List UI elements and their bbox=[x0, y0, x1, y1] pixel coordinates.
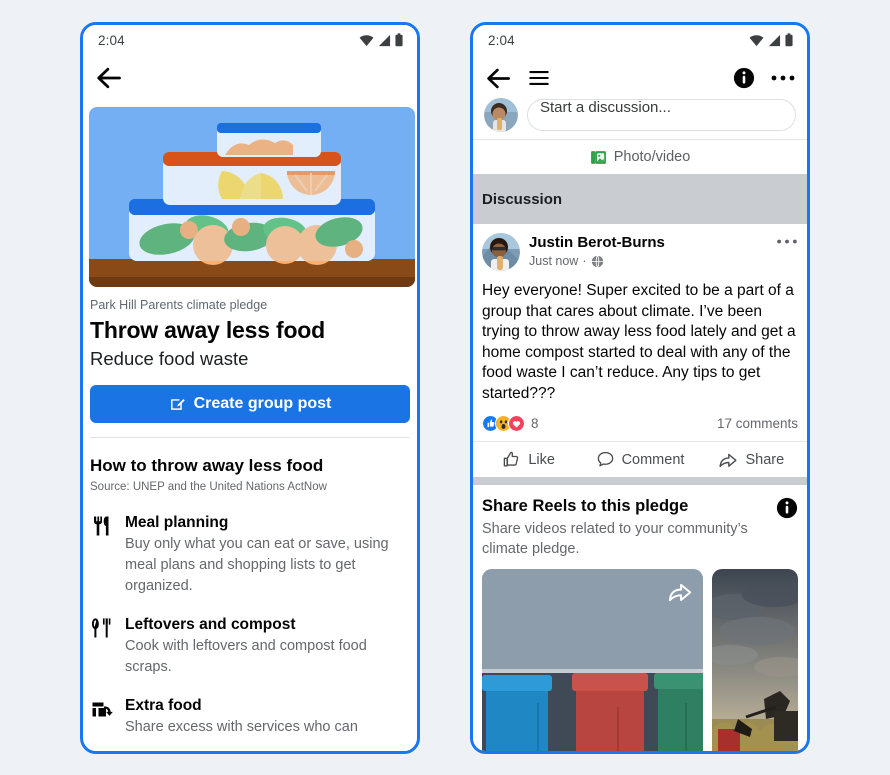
pledge-group-name: Park Hill Parents climate pledge bbox=[90, 298, 268, 312]
info-circle-icon[interactable] bbox=[733, 67, 755, 89]
tip-item: Extra food Share excess with services wh… bbox=[90, 695, 410, 738]
like-button[interactable]: Like bbox=[473, 450, 584, 469]
pledge-title: Throw away less food bbox=[90, 317, 325, 343]
create-group-post-label: Create group post bbox=[193, 395, 332, 412]
status-bar-clock: 2:04 bbox=[98, 32, 125, 48]
tip-item: Leftovers and compost Cook with leftover… bbox=[90, 614, 410, 678]
comment-button[interactable]: Comment bbox=[584, 450, 695, 469]
cellular-signal-icon bbox=[378, 34, 391, 46]
reels-carousel[interactable] bbox=[482, 569, 798, 751]
post-counts-row: 8 17 comments bbox=[482, 415, 798, 441]
start-discussion-input[interactable]: Start a discussion... bbox=[527, 99, 796, 131]
post-author-name[interactable]: Justin Berot-Burns bbox=[529, 233, 776, 252]
compose-square-icon bbox=[170, 398, 185, 410]
howto-source: Source: UNEP and the United Nations ActN… bbox=[90, 481, 327, 493]
food-share-box-icon bbox=[92, 702, 113, 717]
post-actions-bar: Like Comment Share bbox=[473, 441, 807, 477]
status-bar-clock: 2:04 bbox=[488, 32, 515, 48]
status-bar-system-icons bbox=[359, 33, 403, 47]
create-group-post-button[interactable]: Create group post bbox=[90, 385, 410, 423]
section-divider bbox=[90, 437, 410, 438]
pledge-subtitle: Reduce food waste bbox=[90, 348, 249, 369]
reel-thumbnail[interactable] bbox=[482, 569, 704, 751]
whisk-and-spatula-icon bbox=[92, 618, 111, 638]
discussion-section-header: Discussion bbox=[473, 174, 807, 224]
hamburger-menu-icon[interactable] bbox=[528, 67, 550, 89]
status-bar-left: 2:04 bbox=[83, 25, 417, 55]
avatar[interactable] bbox=[482, 233, 520, 271]
tip-heading: Meal planning bbox=[125, 514, 229, 531]
share-arrow-icon[interactable] bbox=[667, 579, 693, 605]
screenshot-canvas: 2:04 Park Hill Parents climate pledge Th… bbox=[0, 0, 890, 775]
pledge-hero-illustration bbox=[89, 107, 415, 287]
share-reels-subtitle: Share videos related to your community’s… bbox=[482, 521, 748, 557]
tip-body: Cook with leftovers and compost food scr… bbox=[125, 638, 367, 675]
info-circle-icon[interactable] bbox=[776, 497, 798, 519]
post-more-icon[interactable] bbox=[776, 238, 798, 245]
photo-video-icon bbox=[590, 150, 606, 164]
avatar bbox=[484, 98, 518, 132]
wifi-icon bbox=[359, 34, 374, 46]
share-reels-title: Share Reels to this pledge bbox=[482, 497, 689, 515]
meta-dot-separator: · bbox=[582, 254, 587, 268]
back-arrow-icon[interactable] bbox=[485, 65, 512, 92]
love-reaction-icon bbox=[508, 415, 525, 432]
post-timestamp: Just now bbox=[529, 254, 579, 268]
tip-body: Share excess with services who can bbox=[125, 719, 358, 735]
tip-heading: Leftovers and compost bbox=[125, 616, 296, 633]
fork-and-knife-icon bbox=[94, 516, 109, 536]
status-bar-system-icons bbox=[749, 33, 793, 47]
left-nav-bar bbox=[83, 55, 417, 101]
post-body-text: Hey everyone! Super excited to be a part… bbox=[482, 282, 796, 402]
share-arrow-icon bbox=[719, 453, 738, 467]
right-nav-bar bbox=[473, 55, 807, 101]
reaction-icons[interactable] bbox=[482, 415, 525, 432]
globe-icon bbox=[591, 255, 603, 268]
discussion-post: Justin Berot-Burns Just now · Hey everyo… bbox=[473, 224, 807, 477]
pledge-body: Park Hill Parents climate pledge Throw a… bbox=[83, 287, 417, 738]
share-reels-section: Share Reels to this pledge Share videos … bbox=[473, 485, 807, 751]
cellular-signal-icon bbox=[768, 34, 781, 46]
phone-frame-left: 2:04 Park Hill Parents climate pledge Th… bbox=[80, 22, 420, 754]
tip-heading: Extra food bbox=[125, 697, 202, 714]
section-spacer bbox=[473, 477, 807, 485]
howto-title: How to throw away less food bbox=[90, 456, 324, 475]
reaction-count: 8 bbox=[531, 416, 539, 431]
status-bar-right: 2:04 bbox=[473, 25, 807, 55]
battery-icon bbox=[785, 33, 793, 47]
reel-thumbnail[interactable] bbox=[712, 569, 798, 751]
share-button[interactable]: Share bbox=[696, 450, 807, 470]
battery-icon bbox=[395, 33, 403, 47]
comment-bubble-icon bbox=[597, 451, 613, 467]
tip-body: Buy only what you can eat or save, using… bbox=[125, 536, 389, 594]
phone-frame-right: 2:04 Start a discussion... Photo/video D… bbox=[470, 22, 810, 754]
post-meta: Just now · bbox=[529, 253, 776, 270]
reel-image-farm bbox=[712, 569, 798, 751]
more-horizontal-icon[interactable] bbox=[771, 74, 795, 82]
thumbs-up-icon bbox=[504, 451, 519, 467]
share-label: Share bbox=[745, 451, 785, 468]
like-label: Like bbox=[528, 451, 555, 468]
wifi-icon bbox=[749, 34, 764, 46]
tip-item: Meal planning Buy only what you can eat … bbox=[90, 512, 410, 597]
photo-video-button[interactable]: Photo/video bbox=[473, 139, 807, 174]
photo-video-label: Photo/video bbox=[613, 149, 691, 165]
comment-count[interactable]: 17 comments bbox=[717, 416, 798, 431]
back-arrow-icon[interactable] bbox=[95, 64, 123, 92]
start-discussion-placeholder: Start a discussion... bbox=[540, 99, 671, 116]
discussion-section-label: Discussion bbox=[482, 190, 563, 208]
comment-label: Comment bbox=[621, 451, 685, 468]
discussion-composer[interactable]: Start a discussion... bbox=[473, 98, 807, 139]
